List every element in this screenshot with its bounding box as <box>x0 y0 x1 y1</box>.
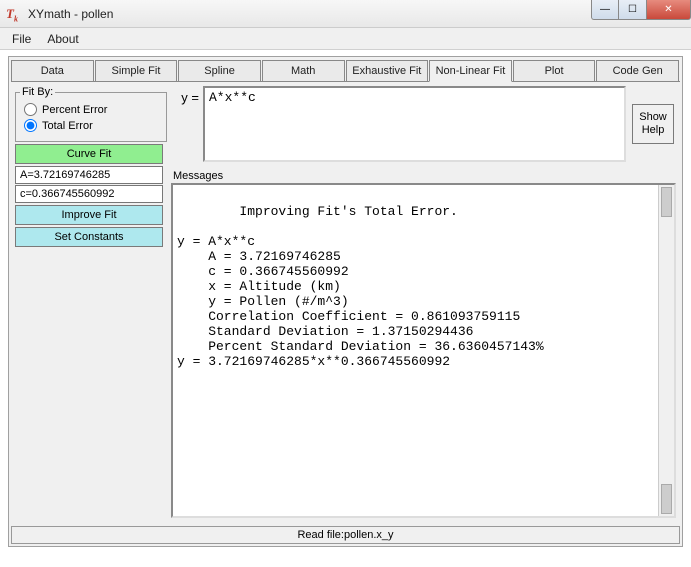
window-title: XYmath - pollen <box>28 7 113 21</box>
tab-math[interactable]: Math <box>262 60 345 82</box>
messages-text: Improving Fit's Total Error. y = A*x**c … <box>177 204 544 369</box>
close-button[interactable]: ✕ <box>647 0 691 20</box>
fit-by-group: Fit By: Percent Error Total Error <box>15 86 167 142</box>
value-A[interactable]: A=3.72169746285 <box>15 166 163 184</box>
scrollbar-vertical[interactable] <box>658 185 674 516</box>
app-icon: Tk <box>6 6 22 22</box>
tab-code-gen[interactable]: Code Gen <box>596 60 679 82</box>
tab-data[interactable]: Data <box>11 60 94 82</box>
tab-exhaustive-fit[interactable]: Exhaustive Fit <box>346 60 429 82</box>
main-panel: Data Simple Fit Spline Math Exhaustive F… <box>8 56 683 547</box>
maximize-button[interactable]: ☐ <box>619 0 647 20</box>
fit-by-legend: Fit By: <box>20 86 55 98</box>
menubar: File About <box>0 28 691 50</box>
equation-input[interactable] <box>203 86 626 162</box>
status-bar: Read file:pollen.x_y <box>11 526 680 544</box>
show-help-button[interactable]: Show Help <box>632 104 674 144</box>
tab-spline[interactable]: Spline <box>178 60 261 82</box>
radio-total-error-input[interactable] <box>24 119 37 132</box>
menu-about[interactable]: About <box>39 30 86 48</box>
radio-percent-error-label: Percent Error <box>42 104 107 116</box>
titlebar: Tk XYmath - pollen — ☐ ✕ <box>0 0 691 28</box>
messages-area[interactable]: Improving Fit's Total Error. y = A*x**c … <box>171 183 676 518</box>
menu-file[interactable]: File <box>4 30 39 48</box>
scroll-down-button[interactable] <box>661 484 672 514</box>
tab-simple-fit[interactable]: Simple Fit <box>95 60 178 82</box>
tab-row: Data Simple Fit Spline Math Exhaustive F… <box>11 59 680 81</box>
tab-non-linear-fit[interactable]: Non-Linear Fit <box>429 60 512 82</box>
improve-fit-button[interactable]: Improve Fit <box>15 205 163 225</box>
set-constants-button[interactable]: Set Constants <box>15 227 163 247</box>
value-c[interactable]: c=0.366745560992 <box>15 185 163 203</box>
left-panel: Fit By: Percent Error Total Error Curve … <box>11 82 171 522</box>
equation-label: y = <box>171 86 199 105</box>
radio-percent-error-input[interactable] <box>24 103 37 116</box>
minimize-button[interactable]: — <box>591 0 619 20</box>
radio-percent-error[interactable]: Percent Error <box>24 103 162 116</box>
curve-fit-button[interactable]: Curve Fit <box>15 144 163 164</box>
right-panel: y = Show Help Messages Improving Fit's T… <box>171 82 680 522</box>
radio-total-error-label: Total Error <box>42 120 93 132</box>
messages-label: Messages <box>173 170 676 182</box>
scroll-up-button[interactable] <box>661 187 672 217</box>
radio-total-error[interactable]: Total Error <box>24 119 162 132</box>
tab-plot[interactable]: Plot <box>513 60 596 82</box>
